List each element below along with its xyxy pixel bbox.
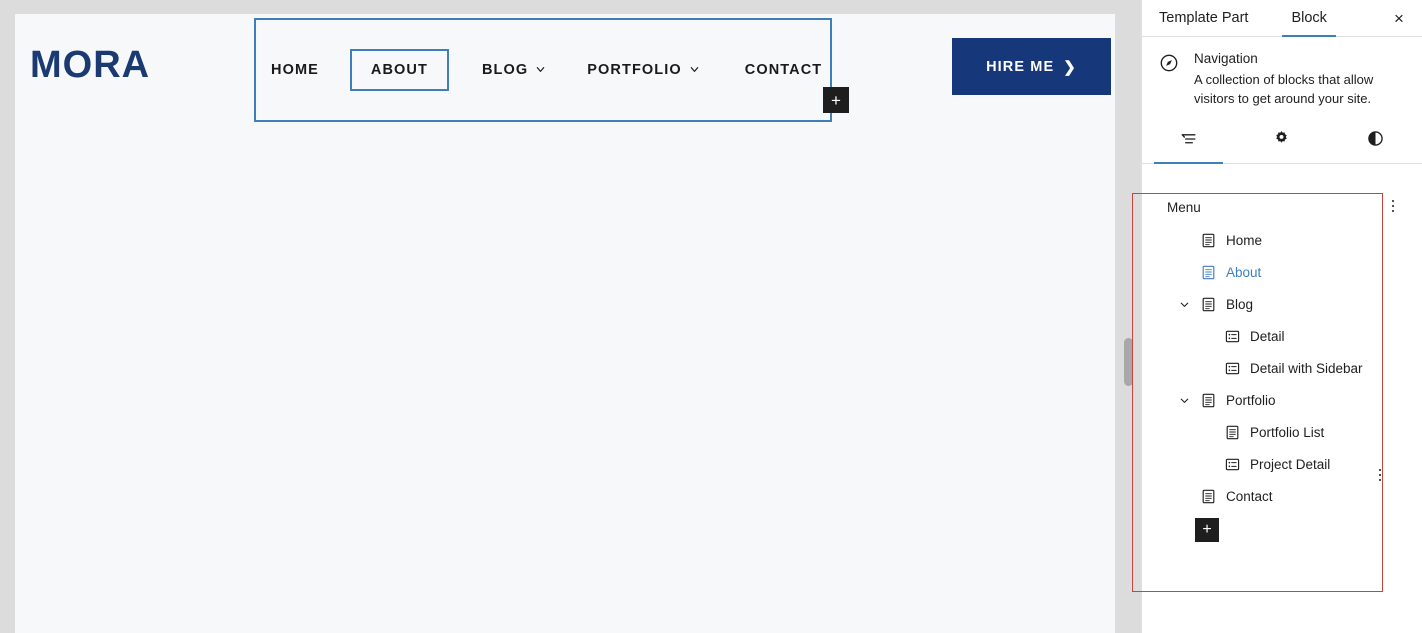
list-item[interactable]: Portfolio [1142,384,1422,416]
nav-item-blog[interactable]: BLOG [482,62,545,78]
page-icon [1199,231,1217,249]
nav-item-portfolio[interactable]: PORTFOLIO [587,62,699,78]
block-name: Navigation [1194,51,1258,66]
block-description: A collection of blocks that allow visito… [1194,72,1374,106]
list-item[interactable]: Detail with Sidebar [1142,352,1422,384]
nav-item-about-label: ABOUT [370,62,428,78]
list-view-title: Menu [1167,199,1201,215]
list-item-label: Contact [1226,488,1273,504]
list-item-label: Project Detail [1250,456,1331,472]
close-icon[interactable]: × [1388,7,1410,29]
list-item-selected[interactable]: About [1142,256,1422,288]
gear-icon [1272,129,1291,153]
chevron-down-icon[interactable] [1175,295,1193,313]
site-header: MORA HOME ABOUT BLOG PORTFOLIO CONTACT +… [15,14,1115,122]
list-item-label: Portfolio [1226,392,1276,408]
nav-item-home-label: HOME [271,62,319,78]
page-icon [1223,423,1241,441]
nav-item-portfolio-label: PORTFOLIO [587,62,682,78]
list-item-label: About [1226,264,1262,280]
chevron-down-icon[interactable] [1175,391,1193,409]
chevron-down-icon [535,64,545,74]
sidebar-icon-tab-bar [1142,126,1422,164]
list-item[interactable]: Blog [1142,288,1422,320]
block-settings-sidebar: Template Part Block × Navigation A colle… [1132,0,1422,633]
site-logo[interactable]: MORA [30,44,150,87]
nav-item-contact-label: CONTACT [744,62,823,78]
list-item-icon [1223,455,1241,473]
navigation-menu: HOME ABOUT BLOG PORTFOLIO CONTACT [256,20,830,120]
list-item-label: Blog [1226,296,1254,312]
chevron-right-icon: ❯ [1063,58,1077,76]
list-item-label: Portfolio List [1250,424,1325,440]
list-item-icon [1223,327,1241,345]
page-icon [1199,391,1217,409]
styles-contrast-icon [1366,129,1385,153]
list-item[interactable]: Home [1142,224,1422,256]
hire-me-label: HIRE ME [986,58,1055,75]
list-view-icon [1179,129,1199,154]
list-item-label: Detail [1250,328,1285,344]
tab-block[interactable]: Block [1282,10,1337,37]
page-icon [1199,487,1217,505]
nav-item-blog-label: BLOG [481,62,529,78]
editor-app: MORA HOME ABOUT BLOG PORTFOLIO CONTACT +… [0,0,1422,633]
navigation-compass-icon [1158,51,1182,109]
block-info-panel: Navigation A collection of blocks that a… [1142,37,1422,109]
scrollbar-thumb[interactable] [1124,338,1133,386]
list-item-label: Detail with Sidebar [1250,360,1363,376]
scrollbar-track[interactable] [1124,0,1133,633]
add-menu-item-button[interactable]: + [1195,518,1219,542]
nav-item-home[interactable]: HOME [271,62,319,78]
page-icon [1199,295,1217,313]
canvas-scrollbar[interactable] [1115,0,1141,633]
list-view-header: Menu [1142,190,1422,224]
list-item-options-icon[interactable] [1370,462,1390,488]
tab-styles[interactable] [1329,126,1422,163]
vertical-dots-icon [1391,199,1395,213]
vertical-dots-icon [1378,468,1382,482]
list-item[interactable]: Detail [1142,320,1422,352]
list-view-options-icon[interactable] [1383,193,1403,219]
site-preview-canvas: MORA HOME ABOUT BLOG PORTFOLIO CONTACT +… [15,14,1115,633]
list-item-label: Home [1226,232,1263,248]
tab-list-view[interactable] [1142,126,1235,164]
hire-me-button[interactable]: HIRE ME ❯ [952,38,1111,95]
chevron-down-icon [689,64,699,74]
list-view-panel: Menu Home About Blog Detail Detail with … [1142,190,1422,542]
list-item-icon [1223,359,1241,377]
editor-canvas-area: MORA HOME ABOUT BLOG PORTFOLIO CONTACT +… [0,0,1115,633]
canvas-left-gutter [0,14,15,633]
nav-item-contact[interactable]: CONTACT [745,62,823,78]
nav-item-about[interactable]: ABOUT [349,49,449,91]
block-info-text: Navigation A collection of blocks that a… [1194,51,1406,109]
tab-settings[interactable] [1235,126,1328,163]
navigation-block-selected[interactable]: HOME ABOUT BLOG PORTFOLIO CONTACT + [254,18,849,122]
tab-template-part[interactable]: Template Part [1159,10,1248,36]
block-appender-button[interactable]: + [823,87,849,113]
page-icon [1199,263,1217,281]
list-item[interactable]: Portfolio List [1142,416,1422,448]
sidebar-tab-bar: Template Part Block × [1142,0,1422,37]
